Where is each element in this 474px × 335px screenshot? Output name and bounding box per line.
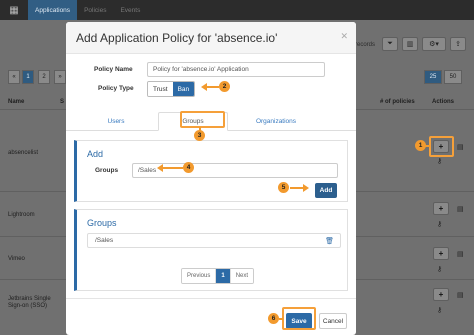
bg-pager-next[interactable]: »: [54, 70, 66, 84]
callout-arrow: [162, 167, 183, 169]
pagination-next[interactable]: Next: [230, 269, 254, 283]
page-size-25[interactable]: 25: [424, 70, 442, 84]
key-icon[interactable]: ⚷: [437, 306, 442, 314]
policy-type-toggle: Trust Ban: [147, 81, 196, 97]
callout-arrow: [303, 184, 309, 192]
groups-label: Groups: [95, 167, 119, 174]
add-policy-button[interactable]: +: [433, 247, 449, 260]
page-size-50[interactable]: 50: [444, 70, 462, 84]
policy-name-label: Policy Name: [94, 66, 133, 73]
policy-type-ban[interactable]: Ban: [172, 82, 195, 96]
add-group-panel: Add Groups Add: [74, 140, 348, 202]
callout-highlight-6: [282, 307, 316, 330]
groups-list-panel: Groups /Sales 🗑 Previous 1 Next: [74, 209, 348, 291]
column-header-s[interactable]: S: [60, 99, 64, 105]
close-icon[interactable]: ✕: [340, 31, 348, 42]
add-policy-modal: Add Application Policy for 'absence.io' …: [66, 22, 356, 335]
apps-grid-icon[interactable]: ▦: [0, 0, 28, 20]
key-icon[interactable]: ⚷: [437, 157, 442, 165]
document-icon[interactable]: ▤: [457, 205, 464, 213]
bg-pager-page-1[interactable]: 1: [22, 70, 34, 84]
nav-tab-policies[interactable]: Policies: [77, 0, 113, 20]
groups-pagination: Previous 1 Next: [181, 268, 255, 284]
add-group-button[interactable]: Add: [315, 183, 337, 198]
callout-arrow: [290, 187, 304, 189]
trash-icon[interactable]: 🗑: [325, 237, 334, 245]
bg-pager-page-2[interactable]: 2: [38, 70, 50, 84]
settings-icon[interactable]: ⚙▾: [422, 37, 446, 51]
modal-title: Add Application Policy for 'absence.io': [76, 30, 278, 45]
group-list-item: /Sales 🗑: [87, 233, 341, 248]
callout-badge-1: 1: [415, 140, 426, 151]
callout-badge-3: 3: [194, 130, 205, 141]
add-policy-button[interactable]: +: [433, 202, 449, 215]
row-name[interactable]: Jetbrains Single Sign-on (SSO): [8, 296, 58, 310]
add-panel-title: Add: [87, 149, 104, 159]
tab-users[interactable]: Users: [81, 112, 151, 131]
document-icon[interactable]: ▤: [457, 250, 464, 258]
bg-pager-prev[interactable]: «: [8, 70, 20, 84]
nav-tab-events[interactable]: Events: [113, 0, 147, 20]
policy-name-input[interactable]: [147, 62, 325, 77]
callout-badge-5: 5: [278, 182, 289, 193]
add-policy-button[interactable]: +: [433, 288, 449, 301]
column-header-policies[interactable]: # of policies: [380, 99, 415, 105]
key-icon[interactable]: ⚷: [437, 220, 442, 228]
callout-arrow: [206, 86, 219, 88]
document-icon[interactable]: ▤: [457, 143, 464, 151]
callout-highlight-1: [429, 136, 454, 157]
cancel-button[interactable]: Cancel: [319, 313, 347, 329]
column-header-name[interactable]: Name: [8, 99, 24, 105]
groups-panel-title: Groups: [87, 218, 117, 228]
pagination-previous[interactable]: Previous: [182, 269, 217, 283]
callout-badge-6: 6: [268, 313, 279, 324]
callout-arrow: [279, 318, 283, 320]
callout-badge-2: 2: [219, 81, 230, 92]
column-header-actions: Actions: [432, 99, 455, 105]
row-name[interactable]: Lightroom: [8, 212, 35, 219]
top-navbar: ▦ Applications Policies Events: [0, 0, 474, 20]
policy-type-trust[interactable]: Trust: [148, 82, 173, 96]
export-icon[interactable]: ⇪: [450, 37, 466, 51]
nav-tab-applications[interactable]: Applications: [28, 0, 78, 20]
key-icon[interactable]: ⚷: [437, 265, 442, 273]
columns-icon[interactable]: ▥: [402, 37, 418, 51]
group-item-label: /Sales: [95, 237, 114, 244]
records-label: records: [355, 42, 376, 48]
callout-highlight-3: [180, 111, 225, 128]
row-name[interactable]: Vimeo: [8, 256, 25, 263]
modal-header: Add Application Policy for 'absence.io' …: [66, 22, 356, 54]
filter-icon[interactable]: ⏷: [382, 37, 398, 51]
callout-badge-4: 4: [183, 162, 194, 173]
pagination-page-1[interactable]: 1: [216, 269, 231, 283]
row-name[interactable]: absencelist: [8, 150, 38, 157]
tab-organizations[interactable]: Organizations: [236, 112, 316, 131]
document-icon[interactable]: ▤: [457, 291, 464, 299]
